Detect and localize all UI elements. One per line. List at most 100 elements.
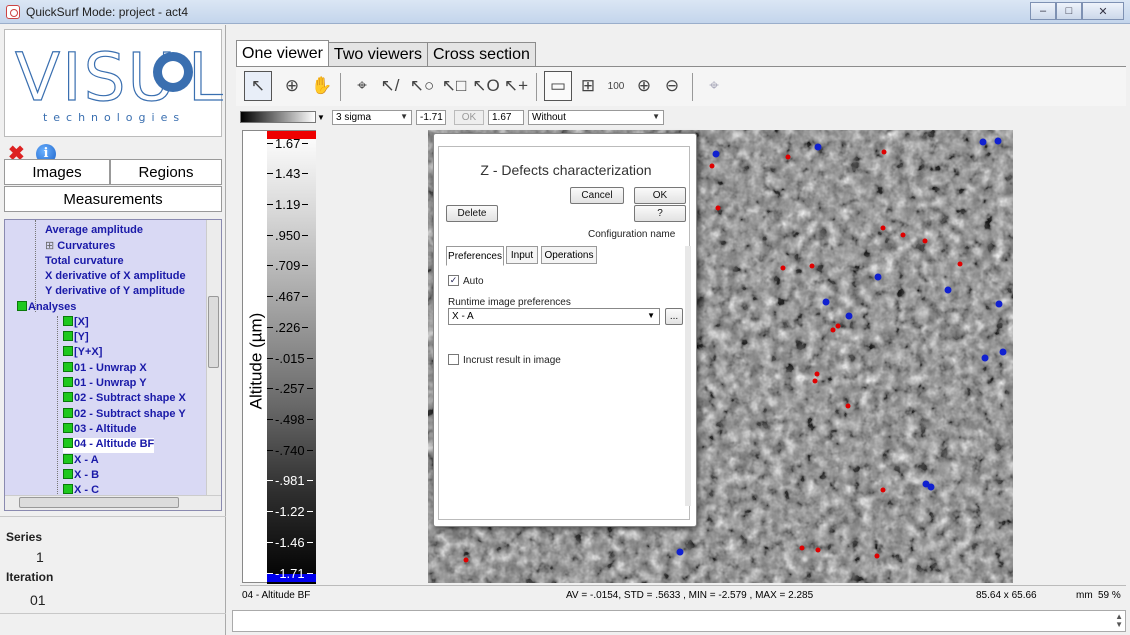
tab-regions[interactable]: Regions bbox=[110, 159, 222, 185]
tab-one-viewer[interactable]: One viewer bbox=[236, 40, 329, 66]
defect-red-marker bbox=[814, 371, 820, 377]
tree-item[interactable]: X derivative of X amplitude bbox=[45, 270, 186, 285]
expand-icon[interactable]: ⊞ bbox=[45, 240, 57, 252]
defect-red-marker bbox=[830, 327, 836, 333]
tree-item[interactable]: 01 - Unwrap X bbox=[63, 361, 147, 377]
add-point-icon[interactable]: ↖+ bbox=[502, 71, 530, 101]
defect-blue-marker bbox=[927, 483, 935, 491]
tab-operations[interactable]: Operations bbox=[541, 246, 597, 264]
point-pick-icon[interactable]: ⌖ bbox=[348, 71, 376, 101]
crosshair-icon[interactable]: ⌖ bbox=[700, 71, 728, 101]
svg-text:L: L bbox=[188, 39, 223, 110]
browse-button[interactable]: ... bbox=[665, 308, 683, 325]
tree-item-label: X - B bbox=[74, 468, 100, 481]
tree-item[interactable]: ⊞ Curvatures bbox=[45, 239, 115, 254]
tree-vertical-scrollbar[interactable] bbox=[206, 220, 221, 496]
iteration-value: 01 bbox=[30, 592, 46, 608]
incrust-checkbox[interactable] bbox=[448, 354, 459, 365]
center-icon[interactable]: ⊞ bbox=[574, 71, 602, 101]
tree-item[interactable]: 01 - Unwrap Y bbox=[63, 377, 147, 392]
auto-label: Auto bbox=[463, 276, 484, 287]
defect-red-marker bbox=[900, 232, 906, 238]
tree-horizontal-scrollbar[interactable] bbox=[5, 495, 221, 510]
ellipse-select-icon[interactable]: ↖O bbox=[472, 71, 500, 101]
defect-blue-marker bbox=[814, 143, 822, 151]
measurement-tree[interactable]: Average amplitude ⊞ Curvatures Total curva… bbox=[4, 219, 222, 511]
palette-gradient[interactable] bbox=[240, 111, 316, 123]
scale-tick: 1.19 bbox=[267, 194, 309, 214]
auto-checkbox[interactable]: ✓ bbox=[448, 275, 459, 286]
scale-tick: -.981 bbox=[267, 471, 313, 491]
minimize-button[interactable]: – bbox=[1030, 2, 1056, 20]
min-field[interactable]: -1.71 bbox=[416, 109, 446, 125]
scale-tick: -1.22 bbox=[267, 502, 313, 522]
tree-item[interactable]: Analyses bbox=[17, 300, 76, 316]
toolbar: ↖ ⊕ ✋ ⌖ ↖/ ↖○ ↖□ ↖O ↖+ ▭ ⊞ 100 ⊕ ⊖ ⌖ bbox=[236, 66, 1126, 106]
zoom-in-icon[interactable]: ⊕ bbox=[630, 71, 658, 101]
tree-item[interactable]: X - B bbox=[63, 468, 100, 484]
tree-item[interactable]: Total curvature bbox=[45, 255, 124, 270]
palette-dropdown-arrow[interactable]: ▼ bbox=[316, 113, 326, 122]
scale-tick-label: 1.43 bbox=[275, 166, 301, 182]
dialog-scrollbar[interactable] bbox=[685, 246, 691, 506]
spin-arrows-icon[interactable]: ▲ ▼ bbox=[1115, 613, 1123, 629]
circle-select-icon[interactable]: ↖○ bbox=[408, 71, 436, 101]
scroll-thumb[interactable] bbox=[208, 296, 219, 368]
scale-tick: 1.43 bbox=[267, 164, 309, 184]
measure-zoom-icon[interactable]: ⊕ bbox=[278, 71, 306, 101]
defect-red-marker bbox=[957, 261, 963, 267]
runtime-image-dropdown[interactable]: X - A bbox=[448, 308, 660, 325]
defect-blue-marker bbox=[845, 312, 853, 320]
tree-item[interactable]: 03 - Altitude bbox=[63, 422, 137, 438]
tab-measurements[interactable]: Measurements bbox=[4, 186, 222, 212]
tree-item[interactable]: 04 - Altitude BF bbox=[63, 438, 155, 454]
tab-input[interactable]: Input bbox=[506, 246, 538, 264]
defect-red-marker bbox=[880, 225, 886, 231]
tab-cross-section[interactable]: Cross section bbox=[426, 42, 536, 66]
scale-tick-label: -.498 bbox=[275, 411, 305, 427]
defect-red-marker bbox=[715, 205, 721, 211]
sigma-dropdown[interactable]: 3 sigma bbox=[332, 109, 412, 125]
scroll-thumb[interactable] bbox=[19, 497, 179, 508]
tree-item[interactable]: Y derivative of Y amplitude bbox=[45, 285, 185, 300]
ok-button[interactable]: OK bbox=[454, 109, 484, 125]
tree-item[interactable]: X - A bbox=[63, 453, 99, 469]
pan-hand-icon[interactable]: ✋ bbox=[308, 71, 336, 101]
tree-item[interactable]: [Y+X] bbox=[63, 346, 102, 361]
tab-two-viewers[interactable]: Two viewers bbox=[327, 42, 428, 66]
tree-item-label: 01 - Unwrap Y bbox=[74, 377, 147, 389]
mode-dropdown[interactable]: Without bbox=[528, 109, 664, 125]
defect-red-marker bbox=[874, 553, 880, 559]
scale-tick: .709 bbox=[267, 256, 309, 276]
cancel-button[interactable]: Cancel bbox=[570, 187, 624, 204]
tab-preferences[interactable]: Preferences bbox=[446, 246, 504, 266]
zoom-100-icon[interactable]: 100 bbox=[602, 71, 630, 101]
close-button[interactable]: ✕ bbox=[1082, 2, 1124, 20]
select-arrow-icon[interactable]: ↖ bbox=[244, 71, 272, 101]
tree-item[interactable]: [X] bbox=[63, 315, 89, 331]
scale-tick-label: -1.71 bbox=[275, 565, 305, 581]
green-status-icon bbox=[63, 484, 73, 495]
tree-item[interactable]: [Y] bbox=[63, 331, 89, 346]
max-field[interactable]: 1.67 bbox=[488, 109, 524, 125]
defect-blue-marker bbox=[981, 354, 989, 362]
fit-window-icon[interactable]: ▭ bbox=[544, 71, 572, 101]
zoom-out-icon[interactable]: ⊖ bbox=[658, 71, 686, 101]
tree-item[interactable]: 02 - Subtract shape Y bbox=[63, 407, 186, 423]
rect-select-icon[interactable]: ↖□ bbox=[440, 71, 468, 101]
maximize-button[interactable]: □ bbox=[1056, 2, 1082, 20]
command-input[interactable]: ▲ ▼ bbox=[232, 610, 1126, 632]
tree-item[interactable]: Average amplitude bbox=[45, 224, 143, 239]
ok-button[interactable]: OK bbox=[634, 187, 686, 204]
delete-button[interactable]: Delete bbox=[446, 205, 498, 222]
line-profile-icon[interactable]: ↖/ bbox=[376, 71, 404, 101]
tab-images[interactable]: Images bbox=[4, 159, 110, 185]
dialog-title: Z - Defects characterization bbox=[480, 162, 652, 178]
tree-item[interactable]: 02 - Subtract shape X bbox=[63, 392, 186, 407]
help-button[interactable]: ? bbox=[634, 205, 686, 222]
defect-blue-marker bbox=[712, 150, 720, 158]
viewer-tabs: One viewer Two viewers Cross section bbox=[236, 40, 536, 66]
defect-red-marker bbox=[463, 557, 469, 563]
defect-blue-marker bbox=[979, 138, 987, 146]
left-panel: VISU L technologies ✖ i Images Regions M… bbox=[0, 25, 226, 635]
